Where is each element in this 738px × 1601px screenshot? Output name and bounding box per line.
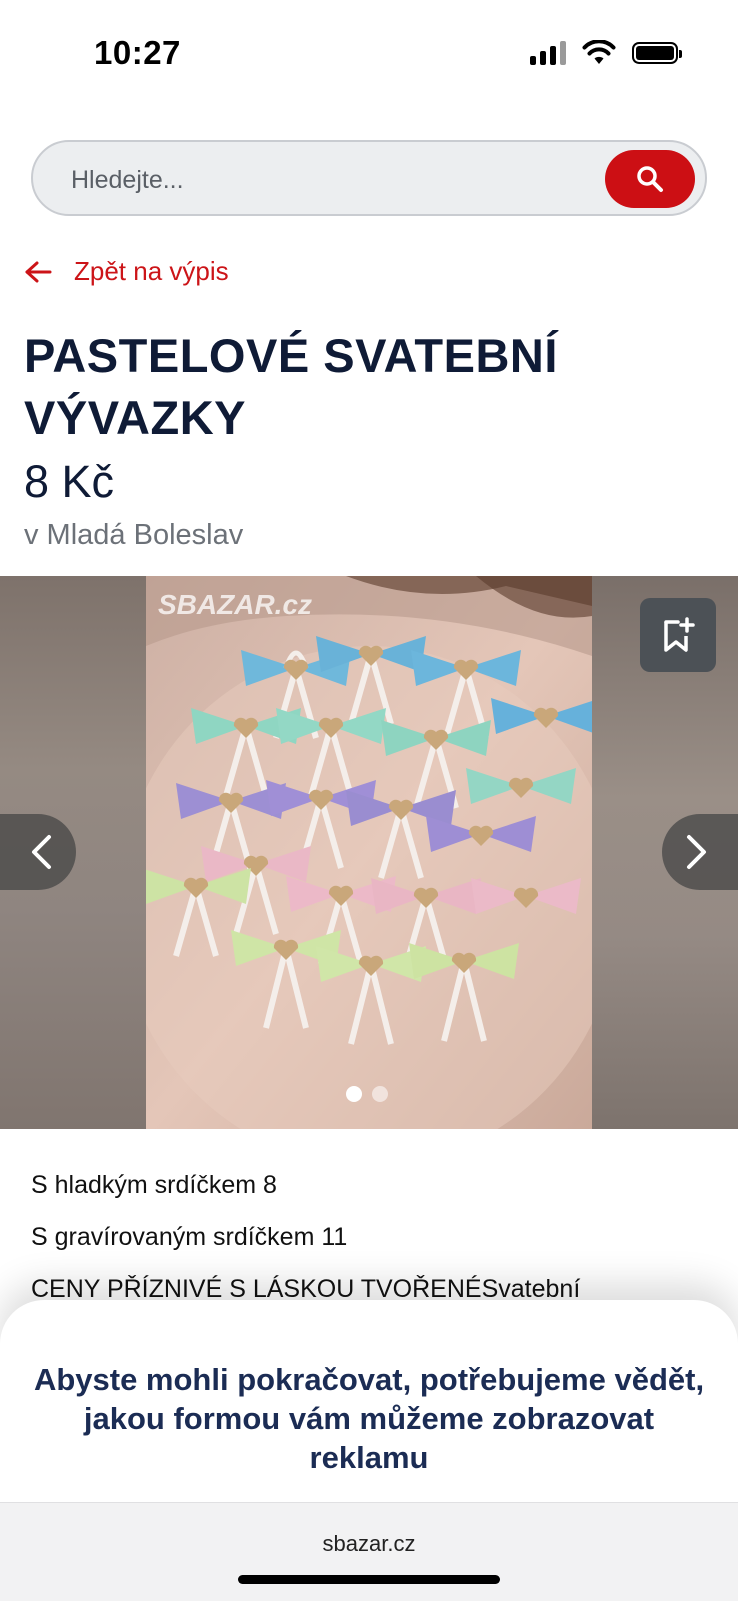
consent-message: Abyste mohli pokračovat, potřebujeme věd… bbox=[33, 1362, 705, 1475]
status-bar: 10:27 bbox=[0, 0, 738, 110]
gallery-prev-button[interactable] bbox=[0, 814, 76, 890]
chevron-left-icon bbox=[32, 835, 51, 869]
gallery-pagination bbox=[346, 1086, 388, 1102]
cellular-signal-icon bbox=[530, 41, 566, 65]
description-line: S gravírovaným srdíčkem 11 bbox=[31, 1223, 348, 1251]
image-gallery[interactable]: SBAZAR.cz bbox=[0, 576, 738, 1129]
gallery-dot[interactable] bbox=[372, 1086, 388, 1102]
arrow-left-icon bbox=[25, 261, 52, 282]
wifi-icon bbox=[582, 40, 616, 64]
save-listing-button[interactable] bbox=[640, 598, 716, 672]
search-input[interactable] bbox=[69, 160, 573, 200]
browser-address-bar[interactable]: sbazar.cz bbox=[0, 1502, 738, 1601]
bookmark-add-icon bbox=[664, 617, 695, 652]
home-indicator[interactable] bbox=[238, 1575, 500, 1584]
search-icon bbox=[637, 166, 663, 192]
back-link-label: Zpět na výpis bbox=[74, 256, 229, 286]
battery-icon bbox=[632, 42, 682, 64]
description-line: S hladkým srdíčkem 8 bbox=[31, 1171, 277, 1199]
gallery-dot-active[interactable] bbox=[346, 1086, 362, 1102]
search-button[interactable] bbox=[605, 150, 695, 208]
back-to-list-link[interactable]: Zpět na výpis bbox=[24, 256, 229, 287]
browser-url[interactable]: sbazar.cz bbox=[0, 1531, 738, 1557]
listing-title: PASTELOVÉ SVATEBNÍ VÝVAZKY bbox=[24, 329, 558, 444]
listing-location: v Mladá Boleslav bbox=[24, 519, 244, 551]
listing-price: 8 Kč bbox=[24, 456, 115, 507]
status-time: 10:27 bbox=[94, 34, 181, 71]
gallery-next-button[interactable] bbox=[662, 814, 738, 890]
photo-watermark: SBAZAR.cz bbox=[158, 589, 312, 620]
chevron-right-icon bbox=[687, 835, 706, 869]
listing-photo[interactable]: SBAZAR.cz bbox=[146, 576, 592, 1129]
search-bar bbox=[31, 140, 707, 216]
